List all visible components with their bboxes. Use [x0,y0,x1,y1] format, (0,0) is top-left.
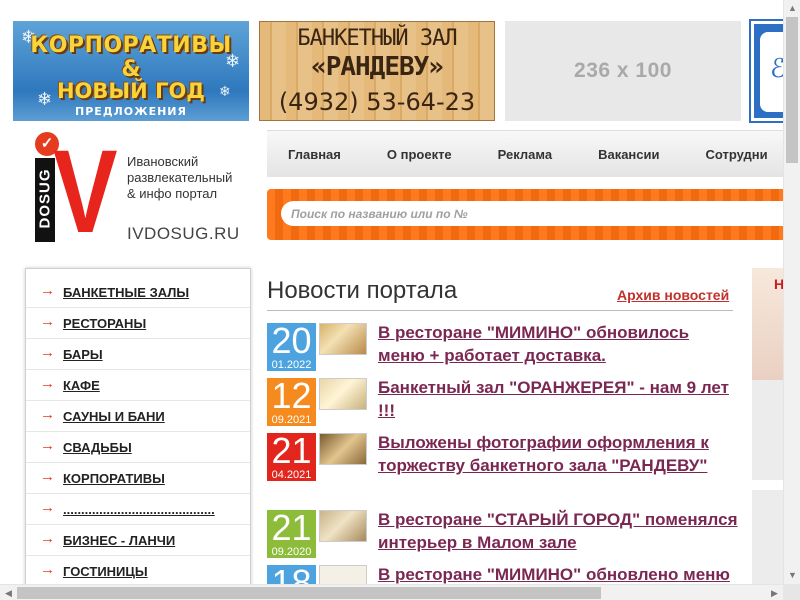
logo-tagline-line3: & инфо портал [127,186,218,201]
news-divider [267,310,733,311]
side-panel [752,490,783,584]
nav-vacancies[interactable]: Вакансии [598,147,659,162]
menu-item-label[interactable]: САУНЫ И БАНИ [63,409,165,424]
vertical-scroll-thumb[interactable] [786,17,798,163]
news-date-month: 04.2021 [271,469,312,481]
scroll-left-icon[interactable]: ◀ [0,585,17,600]
menu-item-weddings[interactable]: → СВАДЬБЫ [26,432,250,463]
logo-tagline-line1: Ивановский [127,154,199,169]
news-thumbnail[interactable] [319,510,367,542]
menu-item-label[interactable]: ........................................… [63,502,215,517]
banner-corporate-line1: КОРПОРАТИВЫ [30,33,232,58]
banner-corporate-line4: ПРЕДЛОЖЕНИЯ [75,105,187,118]
site-logo[interactable]: ✓ DOSUG V Ивановский развлекательный & и… [33,126,243,258]
nav-cooperation[interactable]: Сотрудни [706,147,768,162]
menu-item-label[interactable]: КОРПОРАТИВЫ [63,471,165,486]
side-banner[interactable]: Н [752,268,784,380]
scroll-down-icon[interactable]: ▼ [784,567,800,584]
menu-item-corporate[interactable]: → КОРПОРАТИВЫ [26,463,250,494]
horizontal-scroll-thumb[interactable] [17,587,601,599]
category-menu: → БАНКЕТНЫЕ ЗАЛЫ → РЕСТОРАНЫ → БАРЫ → КА… [25,268,251,588]
horizontal-scrollbar[interactable]: ◀ ▶ [0,584,783,600]
news-date-day: 20 [271,320,312,361]
news-date: 21 04.2021 [267,433,316,481]
banner-corporate-new-year[interactable]: ❄ ❄ ❄ ❄ КОРПОРАТИВЫ & НОВЫЙ ГОД ПРЕДЛОЖЕ… [13,21,249,121]
scroll-right-icon[interactable]: ▶ [766,585,783,600]
arrow-right-icon: → [40,313,55,330]
banner-corporate-line3: НОВЫЙ ГОД [56,79,205,103]
search-bar [267,189,787,240]
menu-item-label[interactable]: БАРЫ [63,347,103,362]
menu-item-business-lunch[interactable]: → БИЗНЕС - ЛАНЧИ [26,525,250,556]
menu-item-dots[interactable]: → ......................................… [26,494,250,525]
news-thumbnail[interactable] [319,433,367,465]
menu-item-bars[interactable]: → БАРЫ [26,339,250,370]
news-thumbnail[interactable] [319,378,367,410]
nav-home[interactable]: Главная [288,147,341,162]
news-date: 20 01.2022 [267,323,316,371]
main-nav: Главная О проекте Реклама Вакансии Сотру… [267,130,787,177]
menu-item-label[interactable]: КАФЕ [63,378,100,393]
menu-item-label[interactable]: ГОСТИНИЦЫ [63,564,148,579]
news-date-month: 09.2020 [271,546,312,558]
logo-tagline-line2: развлекательный [127,170,233,185]
menu-item-label[interactable]: РЕСТОРАНЫ [63,316,146,331]
menu-item-restaurants[interactable]: → РЕСТОРАНЫ [26,308,250,339]
scroll-up-icon[interactable]: ▲ [784,0,800,17]
news-headline[interactable]: Выложены фотографии оформления к торжест… [378,431,738,477]
vertical-scrollbar[interactable]: ▲ ▼ [783,0,800,584]
banner-banquet-line2: «РАНДЕВУ» [311,52,444,82]
arrow-right-icon: → [40,282,55,299]
menu-item-cafes[interactable]: → КАФЕ [26,370,250,401]
arrow-right-icon: → [40,406,55,423]
news-date-day: 12 [271,375,312,416]
logo-dosug: DOSUG [35,158,55,242]
arrow-right-icon: → [40,561,55,578]
news-date-month: 09.2021 [271,414,312,426]
news-date: 21 09.2020 [267,510,316,558]
arrow-right-icon: → [40,344,55,361]
nav-advertising[interactable]: Реклама [498,147,552,162]
search-input[interactable] [281,201,787,226]
menu-item-banquet-halls[interactable]: → БАНКЕТНЫЕ ЗАЛЫ [26,277,250,308]
logo-letter: V [53,126,118,258]
arrow-right-icon: → [40,468,55,485]
logo-dosug-text: DOSUG [36,168,54,229]
banner-banquet-randevu[interactable]: БАНКЕТНЫЙ ЗАЛ «РАНДЕВУ» (4932) 53-64-23 [259,21,495,121]
news-headline[interactable]: В ресторане "МИМИНО" обновилось меню + р… [378,321,738,367]
news-date-day: 21 [271,507,312,548]
news-date-day: 21 [271,430,312,471]
arrow-right-icon: → [40,437,55,454]
scrollbar-corner [783,584,800,600]
news-headline[interactable]: В ресторане "МИМИНО" обновлено меню [378,563,738,586]
news-headline[interactable]: В ресторане "СТАРЫЙ ГОРОД" поменялся инт… [378,508,738,554]
logo-tagline: Ивановский развлекательный & инфо портал [127,154,232,202]
news-archive-link[interactable]: Архив новостей [617,287,729,303]
menu-item-hotels[interactable]: → ГОСТИНИЦЫ [26,556,250,587]
news-title: Новости портала [267,277,458,304]
arrow-right-icon: → [40,375,55,392]
news-headline[interactable]: Банкетный зал "ОРАНЖЕРЕЯ" - нам 9 лет !!… [378,376,738,422]
news-thumbnail[interactable] [319,323,367,355]
banner-banquet-line1: БАНКЕТНЫЙ ЗАЛ [297,26,457,51]
menu-item-label[interactable]: БИЗНЕС - ЛАНЧИ [63,533,175,548]
menu-item-label[interactable]: СВАДЬБЫ [63,440,132,455]
news-date-month: 01.2022 [271,359,312,371]
arrow-right-icon: → [40,530,55,547]
menu-item-saunas[interactable]: → САУНЫ И БАНИ [26,401,250,432]
banner-placeholder[interactable]: 236 x 100 [505,21,741,121]
news-date: 12 09.2021 [267,378,316,426]
banner-placeholder-size: 236 x 100 [574,59,672,82]
menu-item-label[interactable]: БАНКЕТНЫЕ ЗАЛЫ [63,285,189,300]
arrow-right-icon: → [40,499,55,516]
side-panel [752,380,783,480]
banner-banquet-phone: (4932) 53-64-23 [278,88,476,116]
nav-about[interactable]: О проекте [387,147,452,162]
logo-site-name: IVDOSUG.RU [127,224,240,243]
